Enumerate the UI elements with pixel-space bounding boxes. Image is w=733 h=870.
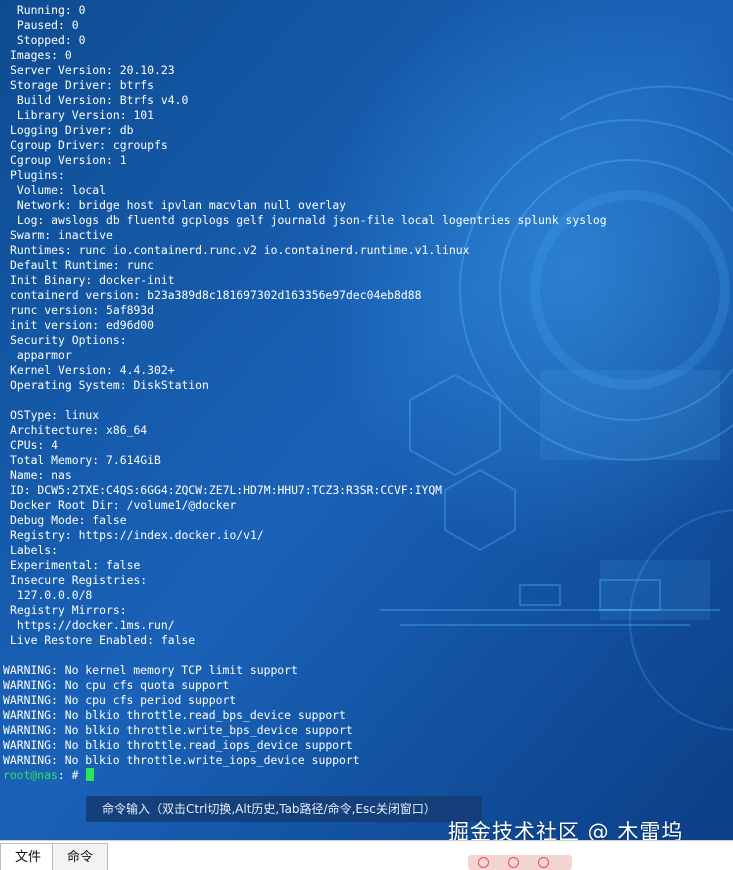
terminal-output[interactable]: Running: 0 Paused: 0 Stopped: 0 Images: 0… bbox=[0, 0, 733, 790]
terminal-line: Debug Mode: false bbox=[10, 513, 127, 527]
terminal-line: Operating System: DiskStation bbox=[10, 378, 209, 392]
terminal-line: Images: 0 bbox=[10, 48, 72, 62]
record-icon[interactable] bbox=[478, 857, 489, 868]
terminal-line: Network: bridge host ipvlan macvlan null… bbox=[10, 198, 347, 212]
terminal-line: Cgroup Version: 1 bbox=[10, 153, 127, 167]
terminal-line: WARNING: No blkio throttle.write_bps_dev… bbox=[3, 723, 353, 737]
terminal-line: WARNING: No cpu cfs quota support bbox=[3, 678, 230, 692]
cursor-icon bbox=[86, 768, 95, 781]
terminal-line: WARNING: No blkio throttle.write_iops_de… bbox=[3, 753, 360, 767]
terminal-line: Kernel Version: 4.4.302+ bbox=[10, 363, 175, 377]
terminal-line: Runtimes: runc io.containerd.runc.v2 io.… bbox=[10, 243, 470, 257]
terminal-line: https://docker.1ms.run/ bbox=[10, 618, 175, 632]
terminal-line: OSType: linux bbox=[10, 408, 100, 422]
terminal-line: Experimental: false bbox=[10, 558, 141, 572]
terminal-line: WARNING: No blkio throttle.read_iops_dev… bbox=[3, 738, 353, 752]
prompt-line[interactable]: root@nas: # bbox=[3, 768, 95, 783]
command-input-bar[interactable]: 命令输入（双击Ctrl切换,Alt历史,Tab路径/命令,Esc关闭窗口） bbox=[86, 796, 482, 822]
terminal-line: WARNING: No blkio throttle.read_bps_devi… bbox=[3, 708, 346, 722]
bottom-tab-bar: 文件 命令 bbox=[0, 840, 733, 870]
terminal-line: Labels: bbox=[10, 543, 59, 557]
terminal-line: Paused: 0 bbox=[10, 18, 79, 32]
terminal-line: Total Memory: 7.614GiB bbox=[10, 453, 161, 467]
terminal-line: Insecure Registries: bbox=[10, 573, 148, 587]
terminal-line: Log: awslogs db fluentd gcplogs gelf jou… bbox=[10, 213, 607, 227]
terminal-line: runc version: 5af893d bbox=[10, 303, 155, 317]
pause-icon[interactable] bbox=[508, 857, 519, 868]
terminal-line: WARNING: No kernel memory TCP limit supp… bbox=[3, 663, 298, 677]
tab-files[interactable]: 文件 bbox=[0, 843, 57, 870]
terminal-line: Swarm: inactive bbox=[10, 228, 113, 242]
terminal-line: Security Options: bbox=[10, 333, 127, 347]
prompt-path: # bbox=[64, 768, 86, 782]
terminal-line: Logging Driver: db bbox=[10, 123, 134, 137]
prompt-separator: : bbox=[57, 768, 65, 782]
terminal-line: Plugins: bbox=[10, 168, 65, 182]
terminal-line: Live Restore Enabled: false bbox=[10, 633, 196, 647]
terminal-line: Server Version: 20.10.23 bbox=[10, 63, 175, 77]
terminal-line: CPUs: 4 bbox=[10, 438, 59, 452]
terminal-line: Build Version: Btrfs v4.0 bbox=[10, 93, 189, 107]
prompt-user: root@nas bbox=[3, 768, 58, 782]
terminal-line: Registry Mirrors: bbox=[10, 603, 127, 617]
terminal-line: Library Version: 101 bbox=[10, 108, 155, 122]
terminal-window: Running: 0 Paused: 0 Stopped: 0 Images: 0… bbox=[0, 0, 733, 870]
terminal-line: Volume: local bbox=[10, 183, 107, 197]
terminal-line: Cgroup Driver: cgroupfs bbox=[10, 138, 168, 152]
terminal-line: Docker Root Dir: /volume1/@docker bbox=[10, 498, 237, 512]
command-input-placeholder: 命令输入（双击Ctrl切换,Alt历史,Tab路径/命令,Esc关闭窗口） bbox=[102, 802, 436, 816]
terminal-line: containerd version: b23a389d8c181697302d… bbox=[10, 288, 422, 302]
terminal-line: Running: 0 bbox=[10, 3, 86, 17]
tab-commands[interactable]: 命令 bbox=[52, 843, 109, 870]
record-controls[interactable] bbox=[468, 855, 572, 870]
terminal-line: Stopped: 0 bbox=[10, 33, 86, 47]
terminal-line: Name: nas bbox=[10, 468, 72, 482]
terminal-line: Init Binary: docker-init bbox=[10, 273, 175, 287]
terminal-line: Storage Driver: btrfs bbox=[10, 78, 155, 92]
terminal-line: apparmor bbox=[10, 348, 72, 362]
stop-icon[interactable] bbox=[538, 857, 549, 868]
terminal-line: init version: ed96d00 bbox=[10, 318, 155, 332]
terminal-line: ID: DCW5:2TXE:C4QS:6GG4:ZQCW:ZE7L:HD7M:H… bbox=[10, 483, 443, 497]
terminal-line: Default Runtime: runc bbox=[10, 258, 155, 272]
terminal-line: 127.0.0.0/8 bbox=[10, 588, 93, 602]
terminal-line: Architecture: x86_64 bbox=[10, 423, 148, 437]
terminal-line: WARNING: No cpu cfs period support bbox=[3, 693, 237, 707]
terminal-line: Registry: https://index.docker.io/v1/ bbox=[10, 528, 264, 542]
